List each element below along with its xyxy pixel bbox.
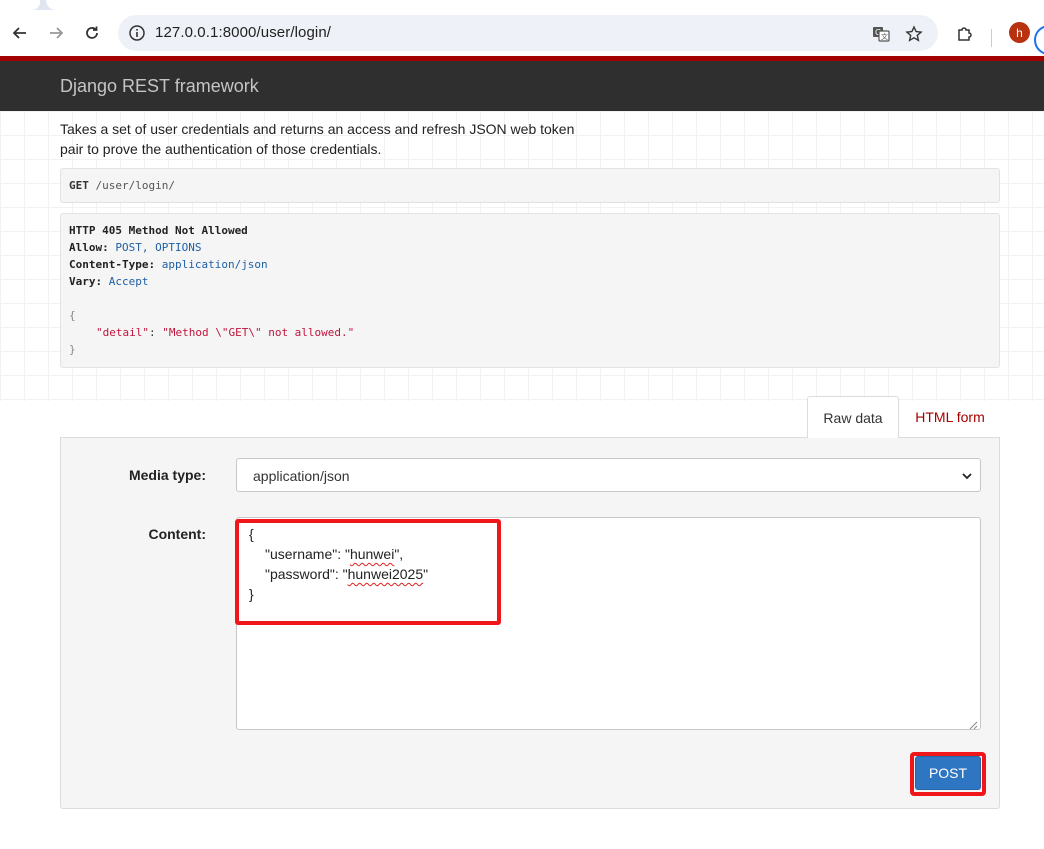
navbar: Django REST framework	[0, 61, 1044, 111]
post-annotation-box	[910, 752, 986, 796]
response-vary-header: Vary: Accept	[69, 275, 149, 288]
response-content-type-header: Content-Type: application/json	[69, 258, 268, 271]
reload-icon[interactable]	[80, 21, 104, 45]
browser-toolbar: 127.0.0.1:8000/user/login/ G文 h	[0, 10, 1044, 56]
site-info-icon[interactable]	[128, 24, 146, 42]
response-info: HTTP 405 Method Not Allowed Allow: POST,…	[60, 213, 1000, 368]
profile-avatar[interactable]: h	[1009, 22, 1030, 43]
brand-link[interactable]: Django REST framework	[60, 76, 259, 97]
response-body-close: }	[69, 343, 76, 356]
media-type-select[interactable]: application/json	[236, 458, 981, 492]
address-bar[interactable]: 127.0.0.1:8000/user/login/ G文	[118, 15, 938, 51]
toolbar-divider	[991, 29, 992, 47]
request-info: GET /user/login/	[60, 168, 1000, 203]
media-type-value: application/json	[253, 468, 350, 484]
raw-data-form: Media type: application/json Content: { …	[60, 437, 1000, 809]
bookmark-star-icon[interactable]	[903, 23, 925, 45]
browser-tab[interactable]	[0, 0, 40, 10]
browser-menu-icon[interactable]	[1034, 25, 1044, 55]
view-description: Takes a set of user credentials and retu…	[60, 121, 575, 157]
back-arrow-icon[interactable]	[8, 21, 32, 45]
content-label: Content:	[148, 526, 206, 542]
forward-arrow-icon[interactable]	[44, 21, 68, 45]
request-path: /user/login/	[95, 179, 175, 192]
request-method: GET	[69, 179, 89, 192]
chevron-down-icon	[960, 469, 974, 483]
browser-active-tab[interactable]	[46, 0, 1044, 10]
resize-handle-icon[interactable]	[968, 717, 978, 730]
svg-text:文: 文	[881, 32, 888, 41]
url-text[interactable]: 127.0.0.1:8000/user/login/	[155, 24, 331, 41]
translate-icon[interactable]: G文	[870, 23, 892, 45]
tab-raw-data[interactable]: Raw data	[807, 396, 899, 438]
tab-html-form[interactable]: HTML form	[905, 396, 995, 438]
content-annotation-box	[235, 519, 501, 625]
extensions-puzzle-icon[interactable]	[953, 21, 977, 45]
response-allow-header: Allow: POST, OPTIONS	[69, 241, 202, 254]
request-line: GET /user/login/	[69, 179, 175, 192]
response-status: HTTP 405 Method Not Allowed	[69, 224, 248, 237]
browser-tabstrip	[0, 0, 1044, 10]
response-body-detail: "detail": "Method \"GET\" not allowed."	[96, 326, 355, 339]
response-body-open: {	[69, 309, 76, 322]
media-type-label: Media type:	[128, 467, 206, 483]
